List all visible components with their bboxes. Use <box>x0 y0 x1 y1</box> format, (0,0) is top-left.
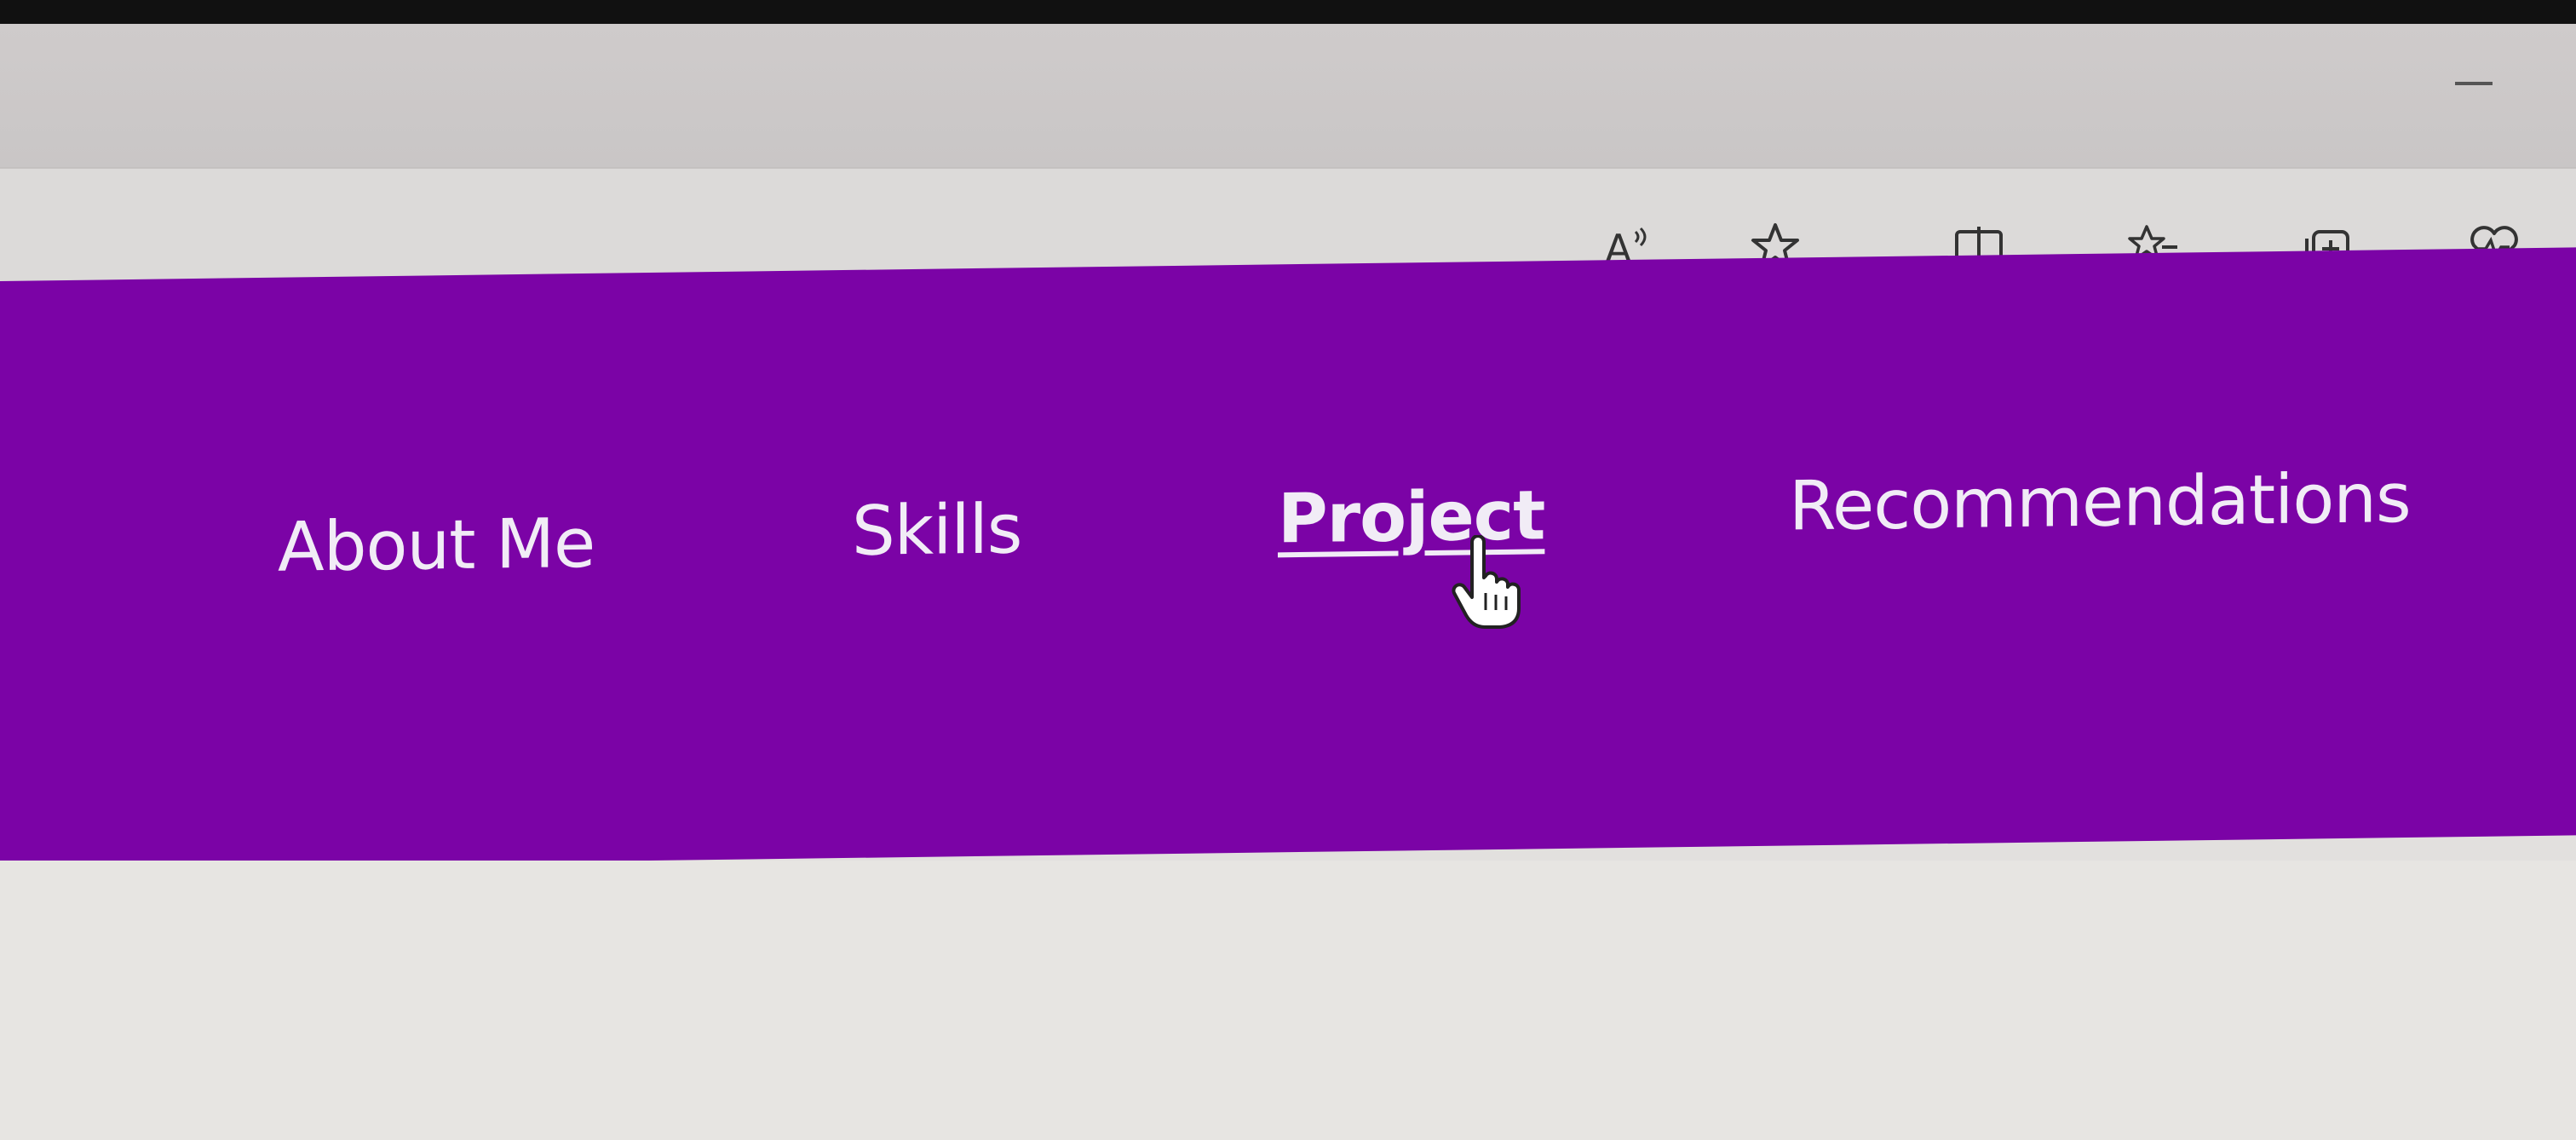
hand-pointer-icon <box>1452 535 1521 629</box>
nav-recommendations[interactable]: Recommendations <box>1789 458 2411 546</box>
site-nav-bar: About Me Skills Project Recommendations <box>0 247 2576 869</box>
minimize-button[interactable] <box>2440 49 2508 118</box>
nav-about-me[interactable]: About Me <box>278 504 595 587</box>
nav-skills[interactable]: Skills <box>852 489 1021 571</box>
minimize-icon <box>2455 82 2493 85</box>
browser-title-bar <box>0 24 2576 169</box>
screen: A About Me Skills Project Recommendation… <box>0 0 2576 1140</box>
monitor-bezel <box>0 0 2576 24</box>
page-content-area <box>0 861 2576 1140</box>
